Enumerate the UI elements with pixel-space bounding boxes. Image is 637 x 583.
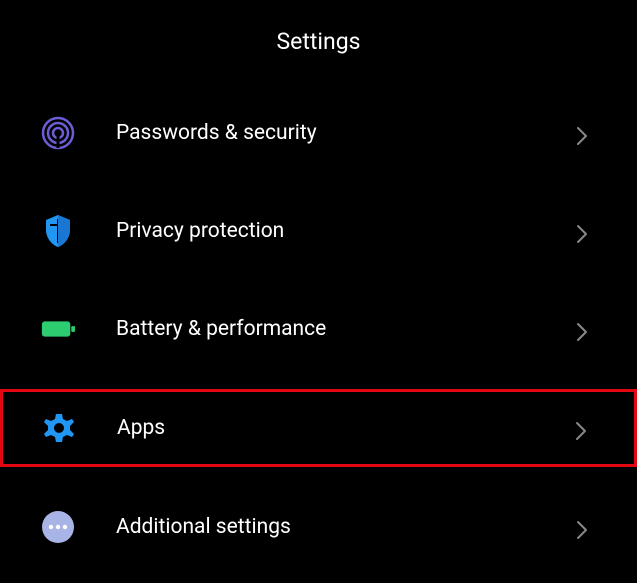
chevron-right-icon bbox=[575, 224, 589, 238]
battery-icon bbox=[40, 311, 76, 347]
item-label: Battery & performance bbox=[116, 317, 575, 341]
settings-list: Passwords & security Privacy protection bbox=[0, 95, 637, 565]
settings-item-apps[interactable]: Apps bbox=[0, 389, 637, 467]
settings-item-privacy-protection[interactable]: Privacy protection bbox=[0, 193, 637, 269]
settings-item-passwords-security[interactable]: Passwords & security bbox=[0, 95, 637, 171]
gear-icon bbox=[41, 410, 77, 446]
settings-item-additional-settings[interactable]: Additional settings bbox=[0, 489, 637, 565]
chevron-right-icon bbox=[575, 322, 589, 336]
dots-icon bbox=[40, 509, 76, 545]
page-title: Settings bbox=[0, 28, 637, 55]
header: Settings bbox=[0, 0, 637, 95]
fingerprint-icon bbox=[40, 115, 76, 151]
item-label: Additional settings bbox=[116, 515, 575, 539]
item-label: Privacy protection bbox=[116, 219, 575, 243]
shield-icon bbox=[40, 213, 76, 249]
chevron-right-icon bbox=[575, 126, 589, 140]
settings-item-battery-performance[interactable]: Battery & performance bbox=[0, 291, 637, 367]
item-label: Passwords & security bbox=[116, 121, 575, 145]
chevron-right-icon bbox=[574, 421, 588, 435]
chevron-right-icon bbox=[575, 520, 589, 534]
item-label: Apps bbox=[117, 416, 574, 440]
